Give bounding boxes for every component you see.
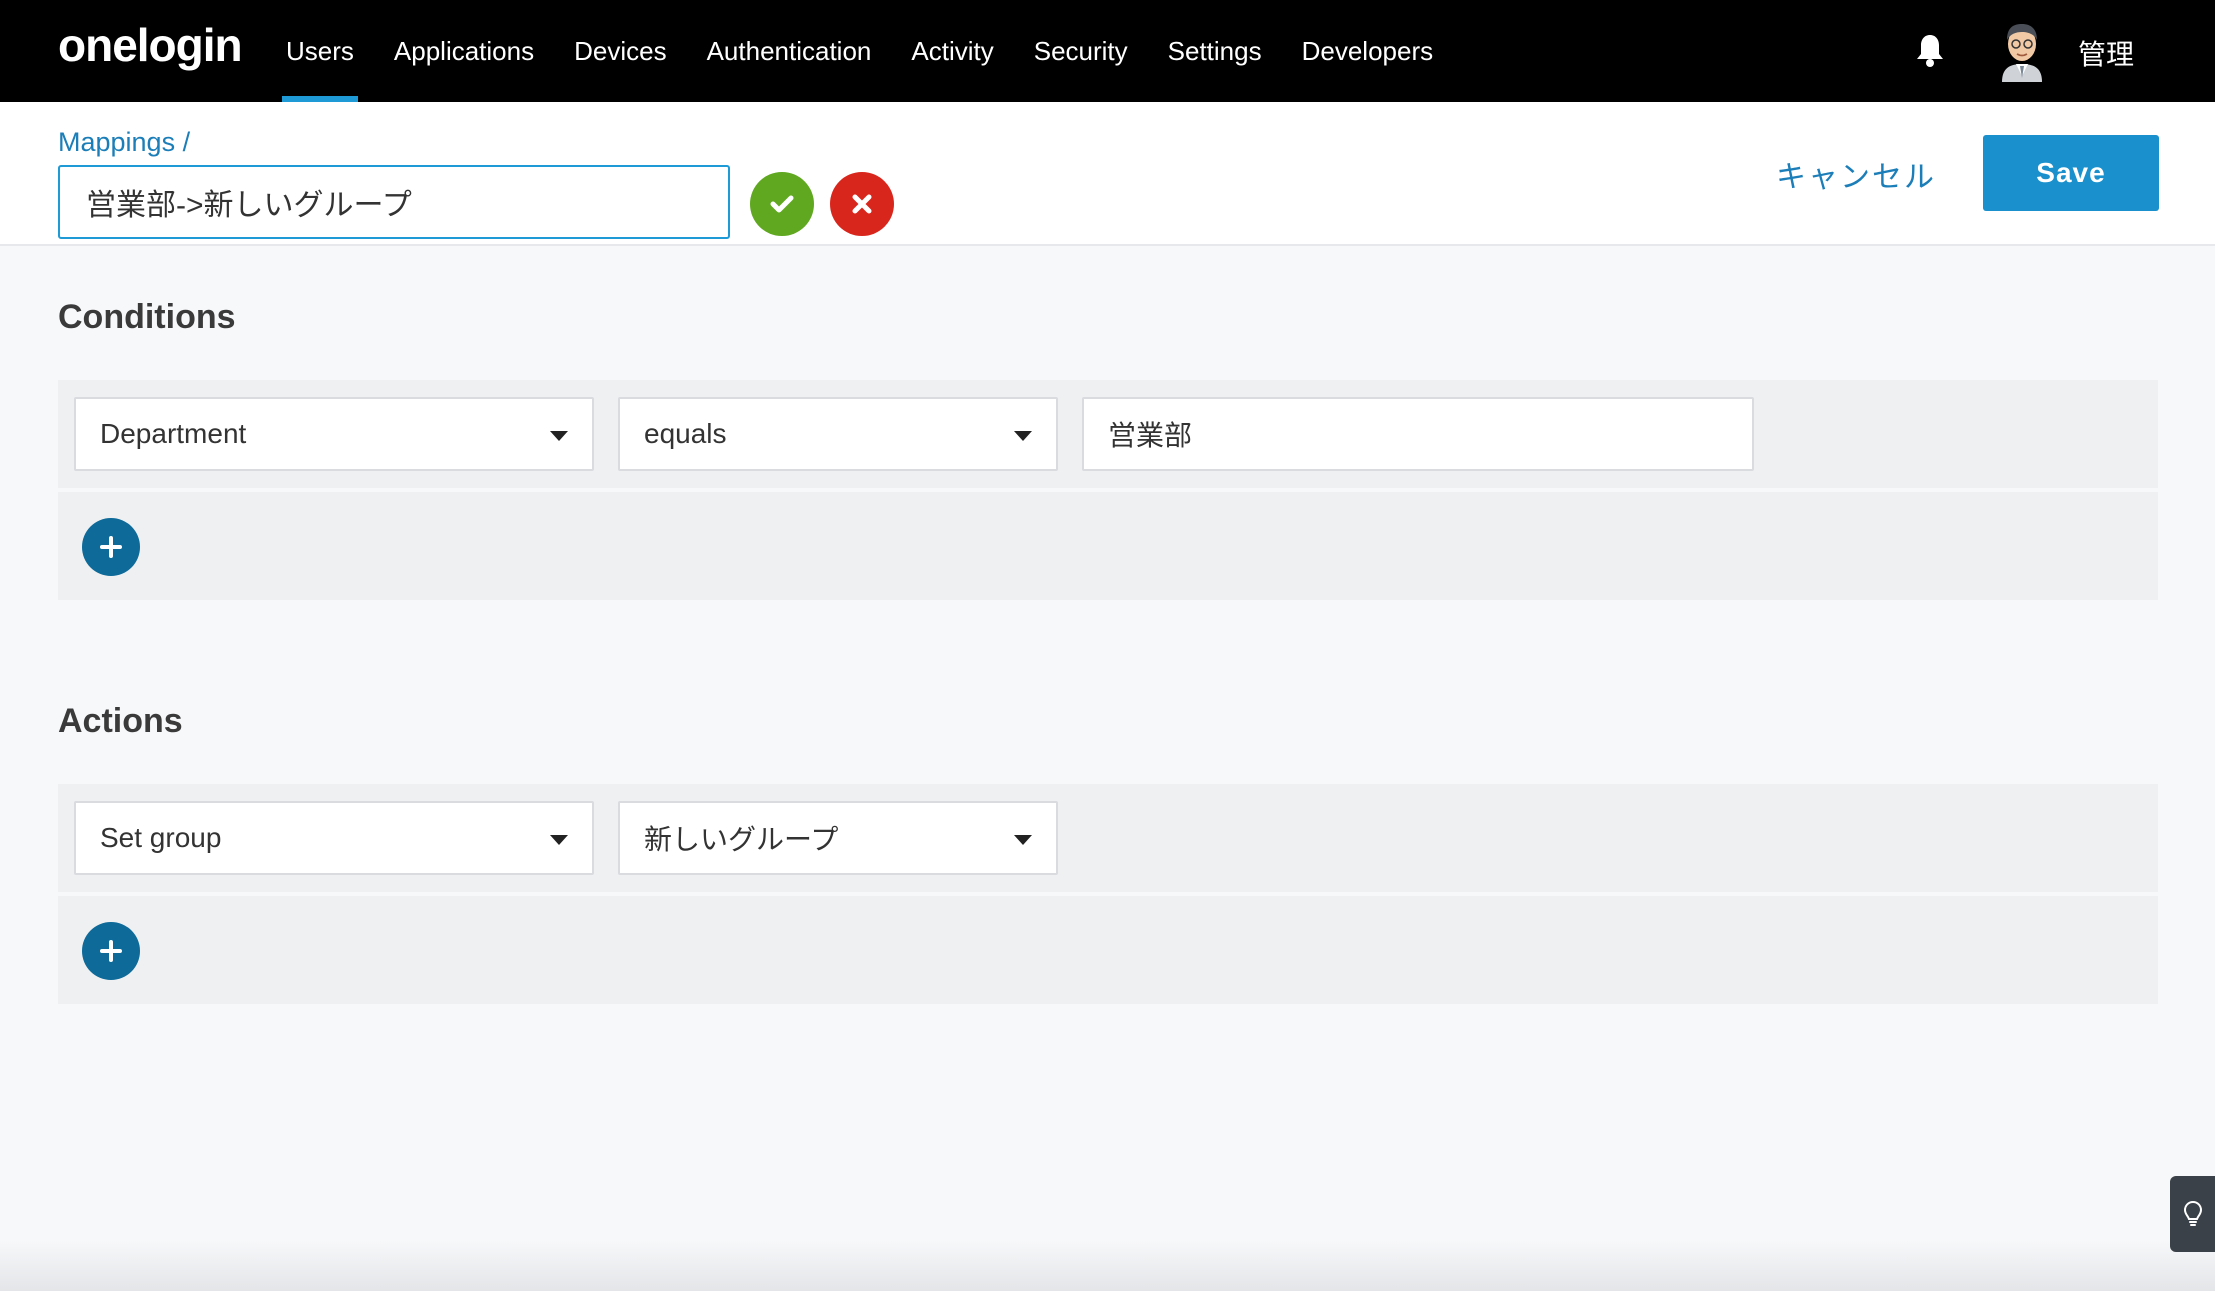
add-action-button[interactable] — [82, 922, 140, 980]
user-avatar[interactable] — [1998, 20, 2046, 82]
close-icon — [852, 194, 872, 214]
condition-field-value: Department — [100, 418, 247, 449]
condition-value-text: 営業部 — [1108, 420, 1193, 451]
plus-icon — [100, 940, 122, 962]
action-row: Set group 新しいグループ — [58, 784, 2158, 892]
condition-field-select[interactable]: Department — [74, 397, 594, 471]
bottom-shadow — [0, 1240, 2215, 1291]
mapping-header: Mappings / キャンセル Save — [0, 102, 2215, 246]
breadcrumb[interactable]: Mappings / — [58, 127, 190, 158]
nav-item-activity[interactable]: Activity — [891, 0, 1013, 102]
nav-item-users[interactable]: Users — [266, 0, 374, 102]
main-nav: Users Applications Devices Authenticatio… — [266, 0, 1453, 102]
action-type-value: Set group — [100, 822, 222, 853]
condition-operator-select[interactable]: equals — [618, 397, 1058, 471]
confirm-name-button[interactable] — [750, 172, 814, 236]
nav-item-security[interactable]: Security — [1014, 0, 1148, 102]
bell-icon[interactable] — [1915, 32, 1945, 68]
check-icon — [770, 195, 794, 213]
add-condition-button[interactable] — [82, 518, 140, 576]
action-type-select[interactable]: Set group — [74, 801, 594, 875]
chevron-down-icon — [550, 431, 568, 441]
action-value-text: 新しいグループ — [644, 824, 839, 855]
condition-value-input[interactable]: 営業部 — [1082, 397, 1754, 471]
user-name[interactable]: 管理 — [2078, 33, 2134, 73]
top-navigation-bar: onelogin Users Applications Devices Auth… — [0, 0, 2215, 102]
action-value-select[interactable]: 新しいグループ — [618, 801, 1058, 875]
mapping-name-input[interactable] — [58, 165, 730, 239]
discard-name-button[interactable] — [830, 172, 894, 236]
condition-operator-value: equals — [644, 418, 727, 449]
save-button[interactable]: Save — [1983, 135, 2159, 211]
add-action-row — [58, 896, 2158, 1004]
nav-item-devices[interactable]: Devices — [554, 0, 686, 102]
actions-heading: Actions — [58, 702, 183, 740]
lightbulb-icon — [2183, 1200, 2202, 1226]
nav-item-developers[interactable]: Developers — [1282, 0, 1454, 102]
help-tab[interactable] — [2170, 1176, 2215, 1252]
condition-row: Department equals 営業部 — [58, 380, 2158, 488]
chevron-down-icon — [1014, 835, 1032, 845]
chevron-down-icon — [550, 835, 568, 845]
chevron-down-icon — [1014, 431, 1032, 441]
add-condition-row — [58, 492, 2158, 600]
plus-icon — [100, 536, 122, 558]
nav-item-applications[interactable]: Applications — [374, 0, 554, 102]
nav-item-settings[interactable]: Settings — [1148, 0, 1282, 102]
cancel-link[interactable]: キャンセル — [1776, 152, 1936, 196]
onelogin-logo[interactable]: onelogin — [58, 18, 243, 72]
nav-item-authentication[interactable]: Authentication — [687, 0, 892, 102]
conditions-heading: Conditions — [58, 298, 236, 336]
